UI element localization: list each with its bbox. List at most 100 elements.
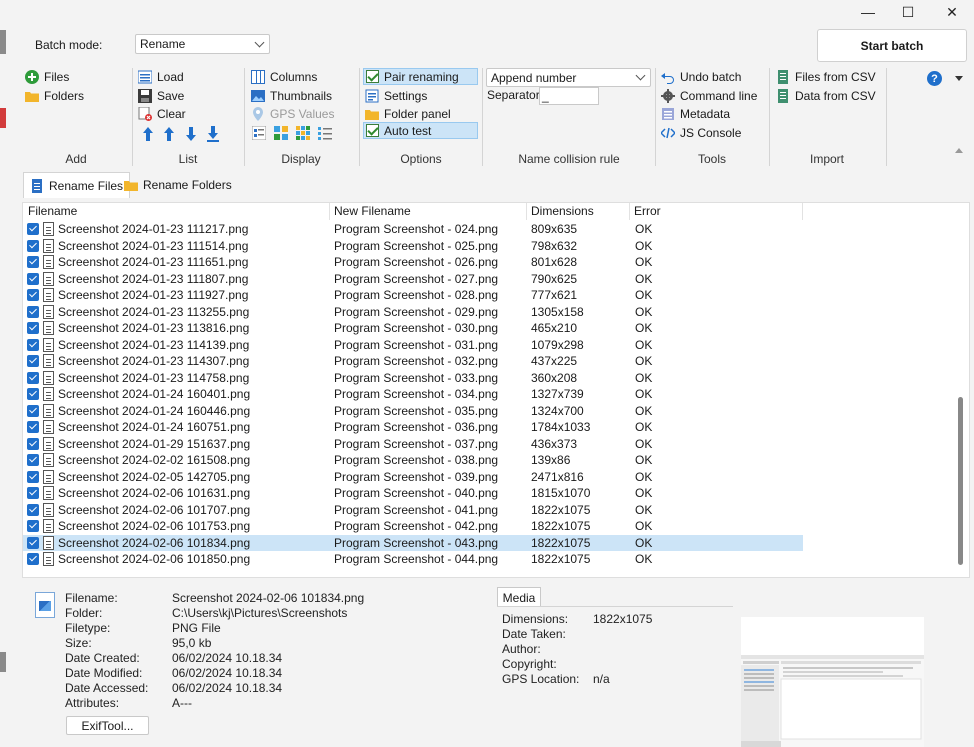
- ribbon-divider: [482, 68, 483, 166]
- row-checkbox[interactable]: [27, 503, 39, 516]
- data-from-csv-button[interactable]: Data from CSV: [776, 87, 876, 104]
- table-row[interactable]: Screenshot 2024-01-23 111927.png Program …: [23, 287, 803, 304]
- view-mode-4-icon[interactable]: [318, 126, 332, 140]
- table-row[interactable]: Screenshot 2024-02-06 101631.png Program …: [23, 485, 803, 502]
- maximize-button[interactable]: ☐: [888, 0, 928, 24]
- js-console-label: JS Console: [680, 125, 742, 140]
- move-bottom-icon[interactable]: [206, 126, 220, 142]
- view-mode-3-icon[interactable]: [296, 126, 310, 140]
- command-line-button[interactable]: Command line: [661, 87, 757, 104]
- metadata-button[interactable]: Metadata: [661, 105, 730, 122]
- move-down-icon[interactable]: [184, 126, 198, 142]
- display-gps-button[interactable]: GPS Values: [251, 105, 334, 122]
- js-console-button[interactable]: JS Console: [661, 124, 741, 141]
- display-columns-button[interactable]: Columns: [251, 68, 317, 85]
- column-header-filename[interactable]: Filename: [23, 203, 330, 220]
- table-scrollbar-thumb[interactable]: [958, 397, 963, 565]
- table-row[interactable]: Screenshot 2024-01-29 151637.png Program …: [23, 436, 803, 453]
- batch-mode-select[interactable]: Rename: [135, 34, 270, 54]
- column-header-error[interactable]: Error: [629, 203, 803, 220]
- row-checkbox[interactable]: [27, 371, 39, 384]
- row-checkbox[interactable]: [27, 454, 39, 466]
- tab-rename-files[interactable]: Rename Files: [23, 172, 131, 198]
- separator-input[interactable]: _: [539, 87, 599, 105]
- display-group-label: Display: [281, 152, 321, 166]
- display-thumbnails-button[interactable]: Thumbnails: [251, 87, 332, 104]
- folder-panel-button[interactable]: Folder panel: [365, 105, 451, 122]
- table-row[interactable]: Screenshot 2024-01-23 113816.png Program …: [23, 320, 803, 337]
- files-from-csv-button[interactable]: Files from CSV: [776, 68, 876, 85]
- cell-new-filename: Program Screenshot - 029.png: [334, 304, 499, 319]
- row-checkbox[interactable]: [27, 239, 39, 252]
- table-row[interactable]: Screenshot 2024-01-24 160446.png Program …: [23, 403, 803, 420]
- row-checkbox[interactable]: [27, 553, 39, 565]
- tab-media[interactable]: Media: [497, 587, 541, 607]
- row-checkbox[interactable]: [27, 338, 39, 351]
- cell-dimensions: 360x208: [531, 370, 578, 385]
- table-row[interactable]: Screenshot 2024-01-23 114758.png Program …: [23, 370, 803, 387]
- minimize-button[interactable]: —: [848, 0, 888, 24]
- row-checkbox[interactable]: [27, 470, 39, 483]
- move-up-icon[interactable]: [162, 126, 176, 142]
- undo-batch-button[interactable]: Undo batch: [661, 68, 741, 85]
- table-row[interactable]: Screenshot 2024-01-24 160401.png Program …: [23, 386, 803, 403]
- row-checkbox[interactable]: [27, 272, 39, 285]
- list-load-button[interactable]: Load: [138, 68, 184, 85]
- table-row[interactable]: Screenshot 2024-02-06 101850.png Program …: [23, 551, 803, 568]
- file-icon: [43, 519, 54, 533]
- cell-error: OK: [635, 304, 653, 319]
- column-header-dimensions[interactable]: Dimensions: [526, 203, 630, 220]
- table-row[interactable]: Screenshot 2024-02-06 101707.png Program …: [23, 502, 803, 519]
- row-checkbox[interactable]: [27, 305, 39, 318]
- auto-test-toggle[interactable]: Auto test: [363, 122, 478, 139]
- help-button[interactable]: ?: [927, 71, 942, 86]
- row-checkbox[interactable]: [27, 421, 39, 433]
- close-button[interactable]: ✕: [932, 0, 972, 24]
- row-checkbox[interactable]: [27, 355, 39, 367]
- pair-renaming-toggle[interactable]: Pair renaming: [363, 68, 478, 85]
- row-checkbox[interactable]: [27, 487, 39, 499]
- table-row[interactable]: Screenshot 2024-01-23 111217.png Program …: [23, 221, 803, 238]
- add-files-button[interactable]: Files: [25, 68, 69, 85]
- row-checkbox[interactable]: [27, 223, 39, 235]
- list-save-button[interactable]: Save: [138, 87, 184, 104]
- row-checkbox[interactable]: [27, 322, 39, 334]
- row-checkbox[interactable]: [27, 289, 39, 301]
- file-list-table[interactable]: Filename New Filename Dimensions Error S…: [22, 202, 970, 578]
- tab-rename-folders[interactable]: Rename Folders: [118, 172, 238, 198]
- file-icon: [43, 337, 54, 352]
- column-header-new-filename[interactable]: New Filename: [329, 203, 527, 220]
- media-date-taken-label: Date Taken:: [502, 627, 566, 641]
- table-row[interactable]: Screenshot 2024-02-05 142705.png Program …: [23, 469, 803, 486]
- collision-rule-select[interactable]: Append number: [486, 68, 651, 87]
- collapse-ribbon-icon[interactable]: [955, 148, 963, 153]
- table-row[interactable]: Screenshot 2024-02-06 101834.png Program …: [23, 534, 803, 551]
- row-checkbox[interactable]: [27, 256, 39, 268]
- close-icon: ✕: [946, 3, 958, 20]
- list-clear-button[interactable]: Clear: [138, 105, 186, 122]
- table-row[interactable]: Screenshot 2024-01-23 111514.png Program …: [23, 238, 803, 255]
- caret-down-icon[interactable]: [955, 76, 963, 81]
- table-row[interactable]: Screenshot 2024-01-23 111807.png Program …: [23, 271, 803, 288]
- table-row[interactable]: Screenshot 2024-01-24 160751.png Program …: [23, 419, 803, 436]
- settings-button[interactable]: Settings: [365, 87, 427, 104]
- row-checkbox[interactable]: [27, 388, 39, 400]
- file-icon: [43, 238, 54, 253]
- move-top-icon[interactable]: [141, 126, 155, 142]
- row-checkbox[interactable]: [27, 437, 39, 450]
- row-checkbox[interactable]: [27, 536, 39, 549]
- table-row[interactable]: Screenshot 2024-01-23 111651.png Program …: [23, 254, 803, 271]
- table-row[interactable]: Screenshot 2024-01-23 114307.png Program …: [23, 353, 803, 370]
- add-folders-button[interactable]: Folders: [25, 87, 84, 104]
- row-checkbox[interactable]: [27, 404, 39, 417]
- table-row[interactable]: Screenshot 2024-02-02 161508.png Program …: [23, 452, 803, 469]
- table-row[interactable]: Screenshot 2024-01-23 114139.png Program …: [23, 337, 803, 354]
- view-mode-2-icon[interactable]: [274, 126, 288, 140]
- cell-error: OK: [635, 535, 653, 550]
- exiftool-button[interactable]: ExifTool...: [66, 716, 149, 735]
- view-mode-1-icon[interactable]: [252, 126, 266, 140]
- start-batch-button[interactable]: Start batch: [817, 29, 967, 62]
- table-row[interactable]: Screenshot 2024-02-06 101753.png Program …: [23, 518, 803, 535]
- row-checkbox[interactable]: [27, 520, 39, 532]
- table-row[interactable]: Screenshot 2024-01-23 113255.png Program …: [23, 304, 803, 321]
